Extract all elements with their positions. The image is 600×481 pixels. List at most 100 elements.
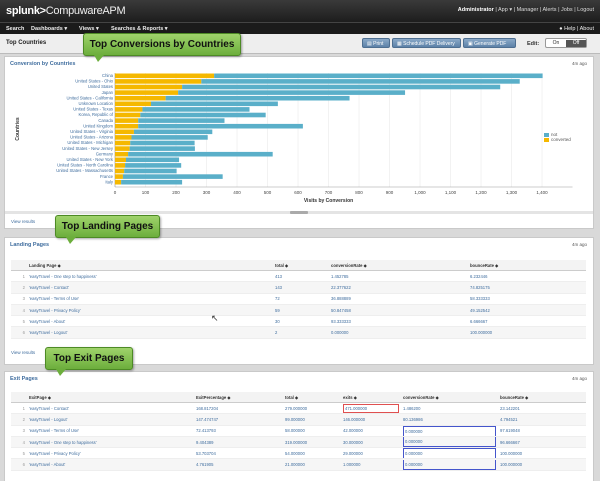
exit-percentage-column[interactable]: ExitPercentage ◆	[194, 392, 283, 403]
row-number: 2	[11, 413, 27, 426]
page-title: Top Countries	[6, 40, 47, 46]
conversion-rate-column[interactable]: conversionRate ◆	[401, 392, 498, 403]
table-cell: 1.452785	[329, 270, 468, 283]
jobs-link[interactable]: Jobs	[561, 7, 573, 13]
nav-views[interactable]: Views ▾	[79, 26, 99, 32]
y-tick-label: China	[102, 73, 114, 78]
nav-dashboards[interactable]: Dashboards ▾	[31, 26, 67, 32]
x-tick-label: 1,100	[445, 190, 457, 195]
table-cell: 100.000000	[498, 458, 586, 471]
table-cell: 0.000000	[401, 425, 498, 437]
table-row[interactable]: 5'easyTravel - About' 30 93.333333 6.666667	[11, 315, 586, 328]
row-number: 6	[11, 458, 27, 471]
bounce-rate-column[interactable]: bounceRate ◆	[498, 392, 586, 403]
y-tick-label: United States	[88, 84, 113, 89]
bar-not	[138, 123, 303, 129]
table-row[interactable]: 4'easyTravel - Privacy Policy' 59 50.84745…	[11, 304, 586, 317]
print-button[interactable]: ▤ Print	[362, 38, 390, 48]
y-tick-label: United States - Ohio	[75, 79, 113, 84]
table-cell: 'easyTravel - Contact'	[27, 402, 194, 415]
exit-pages-panel: Exit Pages 4m ago ExitPage ◆ ExitPercent…	[4, 371, 594, 481]
landing-view-results-link[interactable]: View results	[11, 350, 35, 355]
bar-converted	[115, 129, 134, 135]
y-tick-label: United States - Massachusetts	[56, 168, 113, 173]
table-cell: 22.377622	[329, 281, 468, 294]
app-logo[interactable]: splunk>CompuwareAPM	[6, 5, 126, 17]
table-row[interactable]: 6'easyTravel - About' 4.761905 21.000000 1.…	[11, 458, 586, 471]
edit-label: Edit:	[527, 41, 540, 47]
exit-page-column[interactable]: ExitPage ◆	[27, 392, 194, 403]
table-row[interactable]: 3'easyTravel - Terms of Use' 72.413793 58.…	[11, 425, 586, 437]
row-number: 5	[11, 315, 27, 328]
nav-search[interactable]: Search	[6, 26, 24, 32]
table-row[interactable]: 2'easyTravel - Contact' 143 22.377622 74.82…	[11, 281, 586, 294]
table-cell: 58.000000	[283, 425, 341, 437]
bar-converted	[115, 107, 143, 112]
y-tick-label: Canada	[98, 118, 113, 123]
edit-toggle[interactable]: On Off	[545, 38, 587, 48]
y-tick-label: United States - New York	[66, 157, 113, 162]
exits-column[interactable]: exits ◆	[341, 392, 401, 403]
row-number-header	[11, 260, 27, 271]
table-cell: 100.000000	[468, 326, 586, 339]
app-menu-link[interactable]: App	[498, 7, 508, 13]
table-cell: 6.666667	[468, 315, 586, 328]
table-row[interactable]: 1'easyTravel - One step to happiness' 413…	[11, 270, 586, 283]
table-row[interactable]: 5'easyTravel - Privacy Policy' 53.703704 5…	[11, 447, 586, 460]
table-row[interactable]: 3'easyTravel - Terms of Use' 72 36.888889 5…	[11, 293, 586, 305]
alerts-link[interactable]: Alerts	[542, 7, 556, 13]
bar-not	[150, 101, 278, 107]
total-column[interactable]: total ◆	[273, 260, 329, 271]
user-menu: Administrator | App ▾ | Manager | Alerts…	[457, 7, 594, 13]
row-number: 5	[11, 447, 27, 460]
callout-top-exit: Top Exit Pages	[45, 347, 133, 376]
total-column[interactable]: total ◆	[283, 392, 341, 403]
manager-link[interactable]: Manager	[517, 7, 539, 13]
edit-on-option[interactable]: On	[546, 40, 566, 47]
y-tick-label: Japan	[102, 90, 114, 95]
y-tick-label: Unknown Location	[79, 101, 114, 106]
row-number: 1	[11, 402, 27, 415]
table-row[interactable]: 1'easyTravel - Contact' 168.817204 279.000…	[11, 402, 586, 415]
table-row[interactable]: 6'easyTravel - Logout' 2 0.000000 100.00000…	[11, 326, 586, 339]
x-tick-label: 1,000	[414, 190, 426, 195]
generate-pdf-button[interactable]: ▣ Generate PDF	[463, 38, 516, 48]
table-cell: 'easyTravel - One step to happiness'	[27, 270, 273, 283]
help-link[interactable]: Help	[564, 26, 575, 32]
bar-converted	[115, 135, 132, 140]
logout-link[interactable]: Logout	[577, 7, 594, 13]
table-cell: 'easyTravel - Terms of Use'	[27, 293, 273, 305]
exit-pages-table: ExitPage ◆ ExitPercentage ◆ total ◆ exit…	[11, 392, 586, 471]
table-row[interactable]: 4'easyTravel - One step to happiness' 9.4…	[11, 436, 586, 449]
conversion-chart: 0 100 200 300 400 500 600 700 800 900 1,000 1,100 1,…	[15, 73, 573, 204]
nav-searches-reports[interactable]: Searches & Reports ▾	[111, 26, 168, 32]
legend-item-converted[interactable]: converted	[544, 137, 571, 142]
bounce-rate-column[interactable]: bounceRate ◆	[468, 260, 586, 271]
schedule-pdf-label: Schedule PDF Delivery	[403, 41, 455, 47]
user-name[interactable]: Administrator	[458, 7, 494, 13]
table-cell: 30.000000	[341, 436, 401, 449]
table-cell: 168.817204	[194, 402, 283, 415]
bar-not	[140, 112, 266, 118]
resize-grip[interactable]	[290, 211, 308, 214]
table-cell: 93.333333	[329, 315, 468, 328]
landing-page-column[interactable]: Landing Page ◆	[27, 260, 273, 271]
bar-converted	[115, 174, 123, 179]
countries-view-results-link[interactable]: View results	[11, 219, 35, 224]
landing-panel-timestamp: 4m ago	[571, 242, 587, 247]
x-tick-label: 700	[325, 190, 333, 195]
conversion-rate-column[interactable]: conversionRate ◆	[329, 260, 468, 271]
row-number: 6	[11, 326, 27, 339]
about-link[interactable]: About	[580, 26, 594, 32]
table-row[interactable]: 2'easyTravel - Logout' 147.474747 99.00000…	[11, 413, 586, 426]
table-cell: 'easyTravel - Terms of Use'	[27, 425, 194, 437]
table-cell: 'easyTravel - One step to happiness'	[27, 436, 194, 449]
top-bar: splunk>CompuwareAPM Administrator | App …	[0, 0, 600, 22]
schedule-pdf-button[interactable]: ▦ Schedule PDF Delivery	[392, 38, 461, 48]
help-icon[interactable]: ●	[559, 26, 562, 32]
panel-resize-bar[interactable]	[5, 211, 593, 214]
table-cell: 4.761905	[194, 458, 283, 471]
landing-pages-table: Landing Page ◆ total ◆ conversionRate ◆ …	[11, 260, 586, 339]
edit-off-option[interactable]: Off	[566, 40, 586, 47]
table-cell: 100.000000	[498, 447, 586, 460]
